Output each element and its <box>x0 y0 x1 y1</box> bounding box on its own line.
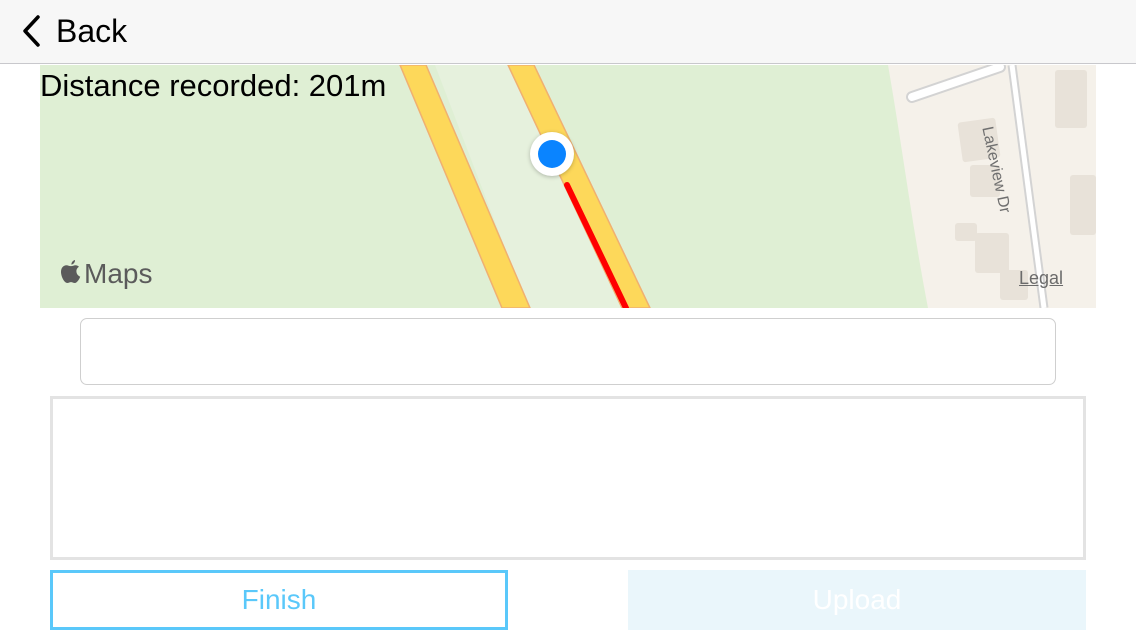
title-field[interactable] <box>80 318 1056 385</box>
current-location-marker <box>530 132 574 176</box>
map-view[interactable]: Distance recorded: 201m Lakeview Dr Maps… <box>40 65 1096 308</box>
chevron-left-icon <box>22 14 42 48</box>
back-button[interactable]: Back <box>22 10 127 52</box>
finish-button[interactable]: Finish <box>50 570 508 630</box>
title-input[interactable] <box>81 319 1055 384</box>
upload-button[interactable]: Upload <box>628 570 1086 630</box>
navigation-bar: Back <box>0 0 1136 64</box>
notes-textarea[interactable] <box>53 399 1083 557</box>
notes-field[interactable] <box>50 396 1086 560</box>
legal-link[interactable]: Legal <box>1019 268 1063 289</box>
maps-attribution-text: Maps <box>84 258 153 289</box>
apple-logo-icon <box>60 259 82 290</box>
back-label: Back <box>56 12 128 49</box>
maps-attribution: Maps <box>60 258 152 290</box>
distance-recorded-label: Distance recorded: 201m <box>40 68 387 103</box>
